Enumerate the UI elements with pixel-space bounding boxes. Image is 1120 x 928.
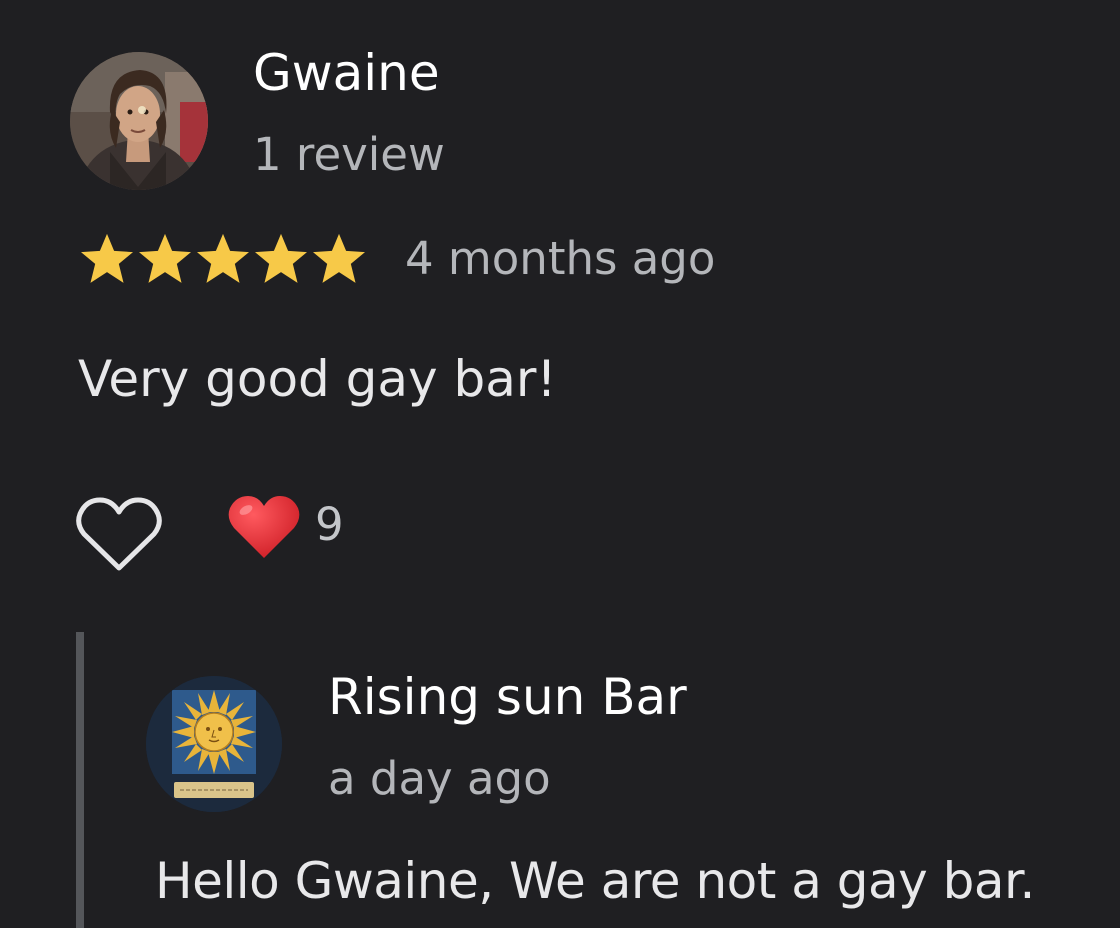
reaction-count: 9 xyxy=(315,498,344,551)
reviewer-avatar[interactable] xyxy=(70,52,208,190)
star-icon xyxy=(81,233,133,283)
review-count: 1 review xyxy=(253,128,445,181)
reply-text: Hello Gwaine, We are not a gay bar. xyxy=(155,852,1035,910)
star-icon xyxy=(139,233,191,283)
star-icon xyxy=(197,233,249,283)
reply-date: a day ago xyxy=(328,752,551,805)
reviewer-name[interactable]: Gwaine xyxy=(253,44,440,102)
like-button[interactable] xyxy=(74,494,164,574)
star-rating xyxy=(78,232,368,284)
sun-logo-icon xyxy=(146,676,282,812)
red-heart-icon xyxy=(228,496,300,558)
star-icon xyxy=(313,233,365,283)
reaction-heart xyxy=(226,494,302,562)
review-text: Very good gay bar! xyxy=(78,350,557,408)
star-icon xyxy=(255,233,307,283)
owner-avatar[interactable] xyxy=(146,676,282,812)
reply-indent-bar xyxy=(76,632,84,928)
owner-name[interactable]: Rising sun Bar xyxy=(328,668,687,726)
review-date: 4 months ago xyxy=(405,232,716,285)
reviewer-photo xyxy=(70,52,208,190)
heart-outline-icon xyxy=(76,497,162,571)
